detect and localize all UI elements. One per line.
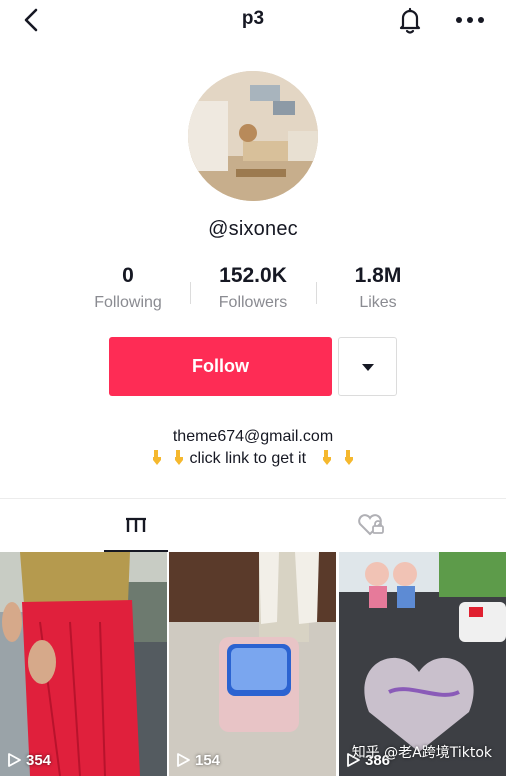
follow-button[interactable]: Follow — [109, 337, 332, 396]
view-count: 154 — [175, 750, 220, 770]
grid-icon — [126, 517, 146, 532]
likes-label: Likes — [359, 294, 397, 311]
tab-liked[interactable] — [338, 504, 402, 552]
video-thumbnail — [0, 552, 167, 776]
play-icon — [177, 753, 190, 767]
heart-hidden-icon — [358, 514, 384, 536]
video-thumbnail — [169, 552, 336, 776]
bio-line2: click link to get it — [0, 448, 506, 470]
username: @sixonec — [208, 218, 298, 240]
tab-videos[interactable] — [104, 504, 168, 552]
profile-stats: 0 Following 152.0K Followers 1.8M Likes — [0, 264, 506, 320]
likes-count: 1.8M — [354, 264, 402, 287]
watermark: 知乎 @老A跨境Tiktok — [351, 745, 492, 761]
tabs-divider — [0, 498, 506, 499]
view-count-text: 354 — [26, 751, 52, 769]
view-count-text: 154 — [195, 751, 221, 769]
stat-likes[interactable]: 1.8M Likes — [313, 264, 443, 312]
stat-following[interactable]: 0 Following — [63, 264, 193, 312]
pointing-down-icon — [152, 450, 161, 465]
video-tile[interactable]: 354 — [0, 552, 167, 776]
triangle-down-icon — [362, 364, 374, 371]
page-title: p3 — [241, 8, 265, 29]
following-count: 0 — [122, 264, 134, 287]
pointing-down-icon — [345, 450, 354, 465]
suggested-accounts-button[interactable] — [338, 337, 397, 396]
more-options-button[interactable] — [452, 6, 488, 34]
video-tile[interactable]: 154 — [169, 552, 336, 776]
avatar[interactable] — [188, 71, 318, 201]
view-count: 354 — [6, 750, 51, 770]
pointing-down-icon — [174, 450, 183, 465]
bio-text: click link to get it — [189, 450, 307, 467]
bio: theme674@gmail.com click link to get it — [0, 426, 506, 470]
pointing-down-icon — [323, 450, 332, 465]
followers-label: Followers — [218, 294, 288, 311]
followers-count: 152.0K — [219, 264, 287, 287]
bell-icon — [399, 7, 421, 34]
bio-email[interactable]: theme674@gmail.com — [0, 426, 506, 448]
profile-avatar — [188, 71, 318, 201]
following-label: Following — [94, 294, 162, 311]
play-icon — [8, 753, 21, 767]
top-bar: p3 — [0, 0, 506, 40]
stat-followers[interactable]: 152.0K Followers — [188, 264, 318, 312]
notifications-button[interactable] — [394, 4, 426, 36]
ellipsis-icon — [456, 17, 484, 23]
